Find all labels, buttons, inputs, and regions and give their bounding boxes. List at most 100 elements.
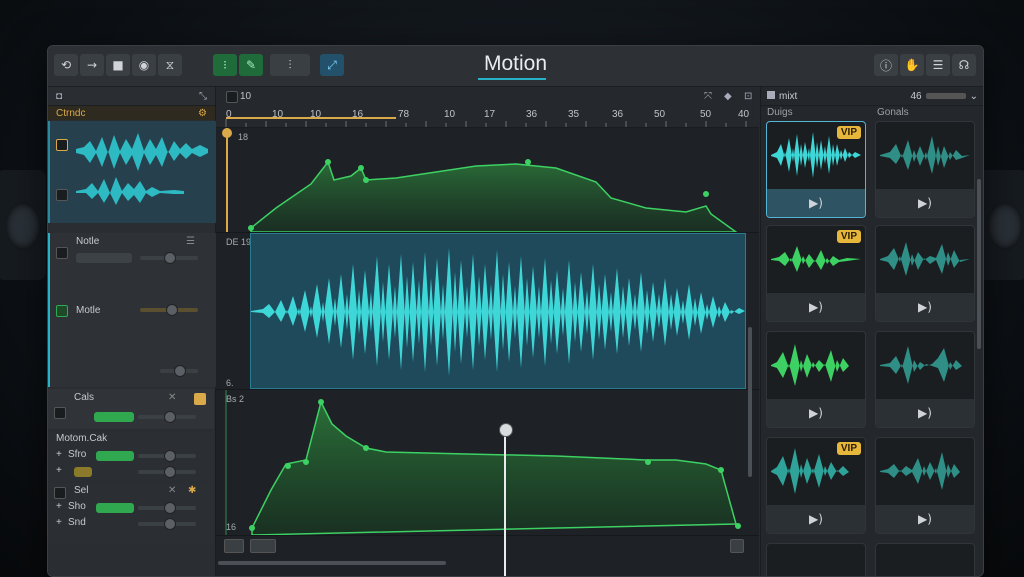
track-4-send-fader[interactable] bbox=[138, 466, 196, 478]
fader-knob[interactable] bbox=[164, 518, 176, 530]
browser-search-value: 46 bbox=[910, 90, 922, 102]
track-3-solo-button[interactable] bbox=[194, 393, 206, 405]
track-2[interactable]: Notle ☰ Motle bbox=[48, 233, 216, 387]
automation-lane-1[interactable]: 18 bbox=[216, 128, 759, 233]
track-2-input-selector[interactable] bbox=[76, 253, 132, 263]
track-3-volume-fader[interactable] bbox=[138, 411, 196, 423]
track-4-sub2-name[interactable] bbox=[74, 467, 92, 477]
track-4[interactable]: Motom.Cak + Sfro + bbox=[48, 431, 214, 481]
group-settings-icon[interactable]: ⚙ bbox=[198, 108, 207, 119]
sample-tile[interactable]: ▶) bbox=[875, 331, 975, 428]
browser-zoom-slider[interactable] bbox=[925, 93, 966, 99]
sample-tile[interactable]: ▶) bbox=[875, 121, 975, 218]
fader-knob[interactable] bbox=[164, 466, 176, 478]
track-5-fx-icon[interactable]: ✱ bbox=[188, 485, 196, 496]
fader-knob[interactable] bbox=[174, 365, 186, 377]
track-2-menu-icon[interactable]: ☰ bbox=[186, 236, 195, 247]
browser-tab-icon bbox=[767, 90, 775, 99]
headphones-icon[interactable]: ☊ bbox=[952, 54, 976, 76]
horizontal-scrollbar[interactable] bbox=[218, 561, 446, 565]
playhead[interactable] bbox=[504, 427, 506, 576]
play-region-icon[interactable] bbox=[250, 539, 276, 553]
vertical-scrollbar[interactable] bbox=[748, 327, 752, 477]
browser-tab[interactable]: mixt bbox=[767, 90, 797, 102]
track-5-volume-fader[interactable] bbox=[138, 502, 196, 514]
track-2-send-fader[interactable] bbox=[140, 304, 198, 316]
snap-icon[interactable]: ⊡ bbox=[744, 91, 752, 102]
track-5-mute-icon[interactable]: ✕ bbox=[168, 485, 176, 496]
title-underline bbox=[478, 78, 546, 80]
ruler-corner-label: 10 bbox=[240, 91, 252, 102]
track-5-send-fader[interactable] bbox=[138, 518, 196, 530]
play-preview-button[interactable]: ▶) bbox=[876, 293, 974, 321]
playhead-handle[interactable] bbox=[499, 423, 513, 437]
play-preview-button[interactable]: ▶) bbox=[767, 189, 865, 217]
background-speaker-right bbox=[978, 170, 1024, 280]
sample-tile[interactable] bbox=[875, 543, 975, 576]
fader-knob[interactable] bbox=[164, 450, 176, 462]
track-3[interactable]: Cals ✕ bbox=[48, 389, 214, 429]
track-4-add2-icon[interactable]: + bbox=[56, 465, 62, 476]
track-1[interactable] bbox=[48, 121, 216, 223]
track-2-checkbox[interactable] bbox=[56, 247, 68, 259]
track-2-green-checkbox[interactable] bbox=[56, 305, 68, 317]
pin-icon[interactable]: ⌄ bbox=[970, 91, 978, 102]
sample-tile[interactable] bbox=[766, 543, 866, 576]
track-5-add2-icon[interactable]: + bbox=[56, 517, 62, 528]
arrangement-timeline[interactable]: 10 0 10 10 16 78 10 17 36 35 36 50 50 40… bbox=[216, 87, 759, 576]
audio-clip-lane[interactable]: DE 190 bbox=[216, 233, 759, 390]
sample-tile[interactable]: VIP ▶) bbox=[766, 225, 866, 322]
timeline-ruler[interactable]: 10 0 10 10 16 78 10 17 36 35 36 50 50 40… bbox=[216, 87, 759, 128]
loop-start-handle[interactable] bbox=[222, 128, 232, 138]
loop-start-marker[interactable] bbox=[226, 128, 228, 232]
ruler-grid bbox=[225, 117, 747, 127]
fader-knob[interactable] bbox=[164, 252, 176, 264]
fader-knob[interactable] bbox=[164, 502, 176, 514]
track-list-menu-icon[interactable]: ◘ bbox=[56, 91, 62, 102]
track-4-add-icon[interactable]: + bbox=[56, 449, 62, 460]
fader-knob[interactable] bbox=[166, 304, 178, 316]
fader-knob[interactable] bbox=[164, 411, 176, 423]
track-1-lane-checkbox[interactable] bbox=[56, 189, 68, 201]
sample-tile[interactable]: VIP ▶) bbox=[766, 437, 866, 534]
background-speaker-left bbox=[0, 170, 46, 280]
ruler-corner-checkbox[interactable] bbox=[226, 91, 238, 103]
sample-tile[interactable]: ▶) bbox=[766, 331, 866, 428]
hand-icon[interactable]: ✋ bbox=[900, 54, 924, 76]
automation-lane-2[interactable]: Bs 2 6. 16 bbox=[216, 378, 759, 536]
play-preview-button[interactable]: ▶) bbox=[767, 505, 865, 533]
track-5[interactable]: Sel ✕ ✱ + Sho + Snd bbox=[48, 483, 214, 543]
play-preview-button[interactable]: ▶) bbox=[876, 189, 974, 217]
play-preview-button[interactable]: ▶) bbox=[767, 399, 865, 427]
track-3-level-meter bbox=[94, 412, 134, 422]
track-3-mute-icon[interactable]: ✕ bbox=[168, 392, 176, 403]
sample-tile[interactable]: ▶) bbox=[875, 437, 975, 534]
sample-tile[interactable]: ▶) bbox=[875, 225, 975, 322]
track-1-select-checkbox[interactable] bbox=[56, 139, 68, 151]
track-3-checkbox[interactable] bbox=[54, 407, 66, 419]
sample-tile[interactable]: VIP ▶) bbox=[766, 121, 866, 218]
timeline-mode-button[interactable] bbox=[224, 539, 244, 553]
play-preview-button[interactable]: ▶) bbox=[876, 399, 974, 427]
track-2-volume-fader[interactable] bbox=[140, 252, 198, 264]
collapse-icon[interactable]: ⤡ bbox=[199, 91, 207, 102]
browser-scrollbar[interactable] bbox=[977, 179, 981, 349]
audio-clip[interactable] bbox=[250, 233, 746, 389]
track-2-pan-fader[interactable] bbox=[160, 365, 198, 377]
sample-waveform bbox=[880, 452, 970, 490]
sliders-icon[interactable]: ☰ bbox=[926, 54, 950, 76]
automation-curve-1[interactable] bbox=[216, 128, 759, 232]
track-5-add-icon[interactable]: + bbox=[56, 501, 62, 512]
track-4-volume-fader[interactable] bbox=[138, 450, 196, 462]
timeline-settings-icon[interactable] bbox=[730, 539, 744, 553]
track-group-header[interactable]: Ctrndc ⚙ bbox=[48, 106, 215, 120]
play-preview-button[interactable]: ▶) bbox=[876, 505, 974, 533]
marker-icon[interactable]: ◆ bbox=[724, 91, 732, 102]
info-icon[interactable]: ⓘ bbox=[874, 54, 898, 76]
play-preview-button[interactable]: ▶) bbox=[767, 293, 865, 321]
zoom-fit-icon[interactable]: ⤧ bbox=[704, 91, 712, 102]
track-5-checkbox[interactable] bbox=[54, 487, 66, 499]
track-1-thumbnail-waveform bbox=[76, 133, 208, 205]
browser-search-field[interactable]: 46 ⌄ bbox=[910, 91, 978, 102]
automation-curve-2[interactable] bbox=[216, 390, 759, 535]
